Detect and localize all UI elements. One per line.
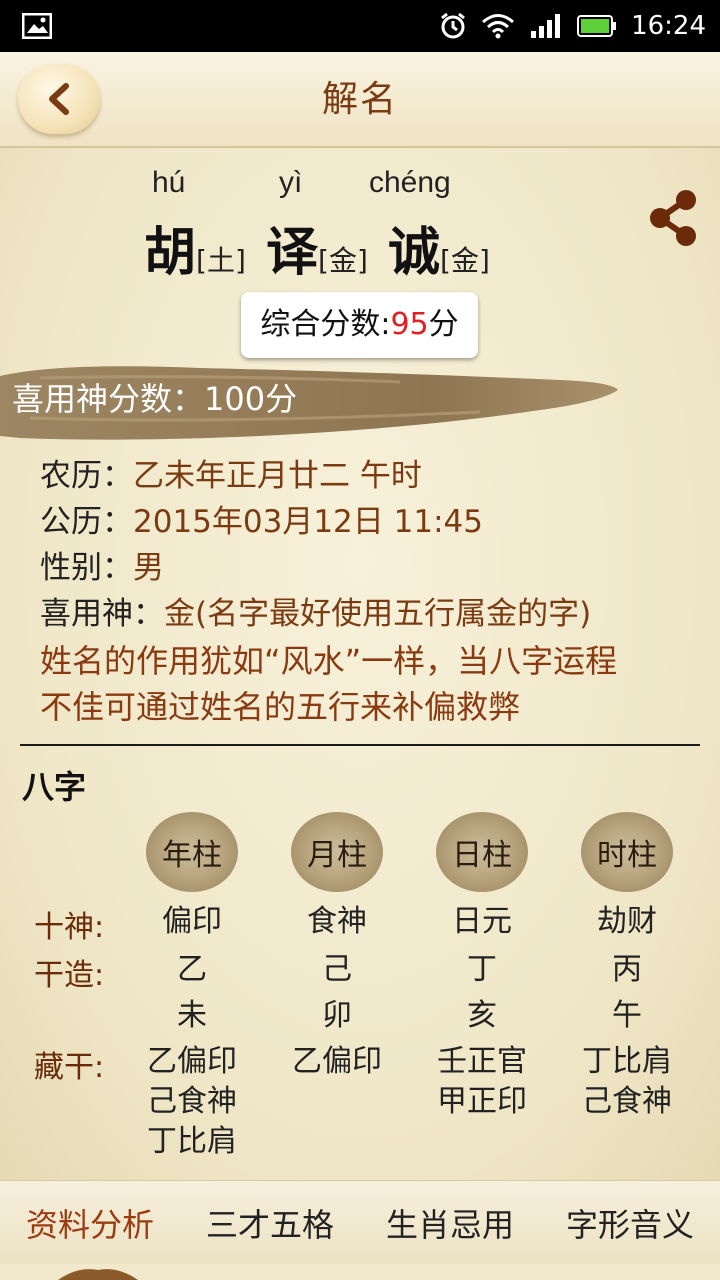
ornament-icon <box>58 1269 138 1280</box>
tab-sancai-wuge[interactable]: 三才五格 <box>206 1200 334 1246</box>
favorable-god-label: 喜用神： <box>40 596 164 632</box>
pinyin-3: chéng <box>369 166 451 199</box>
signal-icon <box>531 14 561 38</box>
gender-row: 性别：男 <box>40 542 164 587</box>
solar-label: 公历： <box>40 504 133 540</box>
bazi-title: 八字 <box>22 768 87 806</box>
share-icon[interactable] <box>648 188 700 248</box>
favorable-score: 喜用神分数：100分 <box>12 374 297 420</box>
pinyin-2: yì <box>279 166 303 199</box>
gan-cell: 己 <box>322 952 352 987</box>
zhi-cell: 午 <box>612 998 642 1033</box>
gender-value: 男 <box>133 550 164 586</box>
lunar-date-row: 农历：乙未年正月廿二 午时 <box>40 450 422 495</box>
shishen-cell: 劫财 <box>597 904 657 939</box>
char-element: [金] <box>318 244 368 277</box>
name-char-1: 胡[土] <box>144 210 246 285</box>
bottom-decoration <box>0 1264 720 1280</box>
battery-icon <box>577 15 617 37</box>
zhi-cell: 卯 <box>322 998 352 1033</box>
char-element: [土] <box>196 244 246 277</box>
name-char-3: 诚[金] <box>388 210 490 285</box>
canggan-cell: 乙偏印 <box>292 1044 382 1079</box>
canggan-cell: 丁比肩 <box>147 1124 237 1159</box>
note-line-2: 不佳可通过姓名的五行来补偏救弊 <box>40 688 521 726</box>
favorable-god-row: 喜用神：金(名字最好使用五行属金的字) <box>40 588 591 633</box>
pillar-month: 月柱 <box>291 812 383 892</box>
char-element: [金] <box>440 244 490 277</box>
solar-value: 2015年03月12日 11:45 <box>133 504 483 540</box>
favorable-score-label: 喜用神分数： <box>12 380 205 418</box>
score-label: 综合分数: <box>260 307 391 342</box>
gender-label: 性别： <box>40 550 133 586</box>
favorable-score-value: 100 <box>204 380 266 418</box>
canggan-label: 藏干: <box>34 1050 105 1085</box>
tab-data-analysis[interactable]: 资料分析 <box>26 1200 154 1246</box>
favorable-score-unit: 分 <box>265 380 298 418</box>
bottom-tab-bar: 资料分析 三才五格 生肖忌用 字形音义 <box>0 1180 720 1264</box>
canggan-cell: 壬正官 <box>437 1044 527 1079</box>
canggan-cell: 甲正印 <box>437 1084 527 1119</box>
ganzao-label: 干造: <box>34 958 105 993</box>
tab-zodiac-taboo[interactable]: 生肖忌用 <box>386 1200 514 1246</box>
alarm-icon <box>441 12 465 39</box>
solar-date-row: 公历：2015年03月12日 11:45 <box>40 496 483 541</box>
zhi-cell: 未 <box>177 998 207 1033</box>
canggan-cell: 乙偏印 <box>147 1044 237 1079</box>
name-char: 译 <box>266 223 319 283</box>
shishen-label: 十神: <box>34 910 105 945</box>
back-button[interactable] <box>18 64 100 134</box>
page-title: 解名 <box>321 79 398 120</box>
gan-cell: 丙 <box>612 952 642 987</box>
gan-cell: 丁 <box>467 952 497 987</box>
tab-glyph-meaning[interactable]: 字形音义 <box>566 1200 694 1246</box>
canggan-cell: 丁比肩 <box>582 1044 672 1079</box>
shishen-cell: 食神 <box>307 904 367 939</box>
name-char: 胡 <box>144 223 197 283</box>
chevron-left-icon <box>49 83 69 115</box>
app-bar: 解名 <box>0 52 720 148</box>
wifi-icon <box>482 14 515 39</box>
pinyin-1: hú <box>152 166 186 199</box>
image-notification-icon <box>22 13 52 39</box>
canggan-cell: 己食神 <box>147 1084 237 1119</box>
shishen-cell: 偏印 <box>162 904 222 939</box>
pillar-hour: 时柱 <box>581 812 673 892</box>
name-char: 诚 <box>388 223 441 283</box>
divider <box>20 744 700 746</box>
name-char-2: 译[金] <box>266 210 368 285</box>
lunar-label: 农历： <box>40 458 133 494</box>
shishen-cell: 日元 <box>452 904 512 939</box>
note-line-1: 姓名的作用犹如“风水”一样，当八字运程 <box>40 642 618 680</box>
zhi-cell: 亥 <box>467 998 497 1033</box>
pillar-day: 日柱 <box>436 812 528 892</box>
canggan-cell: 己食神 <box>582 1084 672 1119</box>
total-score-badge: 综合分数:95分 <box>241 292 478 358</box>
status-bar: 16:24 <box>0 0 720 52</box>
clock: 16:24 <box>631 11 706 41</box>
score-value: 95 <box>390 307 429 342</box>
gan-cell: 乙 <box>177 952 207 987</box>
score-unit: 分 <box>428 307 459 342</box>
content-area: hú yì chéng 胡[土] 译[金] 诚[金] 综合分数:95分 喜用神分… <box>0 148 720 1180</box>
pillar-year: 年柱 <box>146 812 238 892</box>
lunar-value: 乙未年正月廿二 午时 <box>133 458 422 494</box>
favorable-god-value: 金(名字最好使用五行属金的字) <box>164 596 592 632</box>
